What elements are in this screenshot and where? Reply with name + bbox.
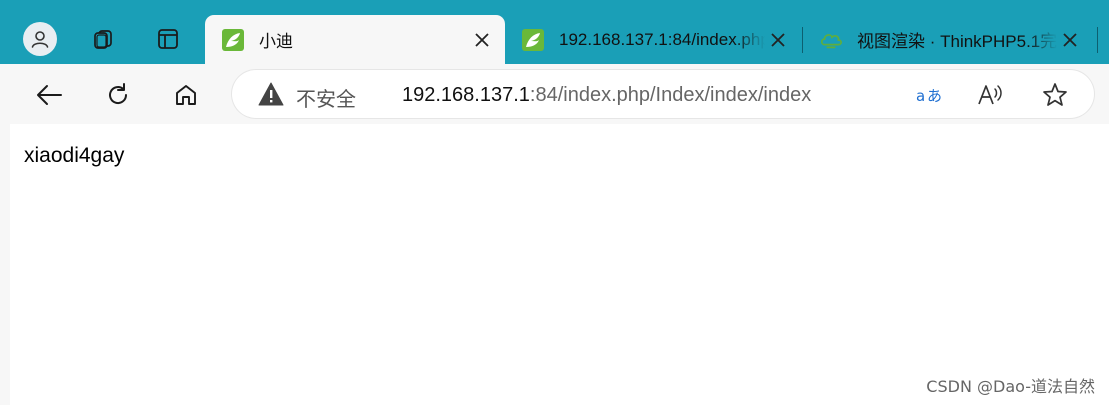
refresh-icon (109, 83, 128, 104)
tab-thinkphp-docs[interactable]: 视图渲染 · ThinkPHP5.1完全开发手册 (803, 15, 1093, 64)
tab-title: 192.168.137.1:84/index.php/Index/index/i… (559, 29, 765, 49)
svg-text:a: a (916, 87, 925, 105)
close-tab-icon[interactable] (469, 27, 495, 53)
star-icon (1043, 83, 1067, 106)
read-aloud-button[interactable] (976, 80, 1006, 110)
read-aloud-icon (978, 85, 1002, 105)
back-arrow-icon (37, 85, 62, 105)
watermark: CSDN @Dao-道法自然 (926, 377, 1095, 396)
tab-strip: 小迪 192.168.137.1:84/index.php/Index/inde… (0, 0, 1109, 64)
home-icon (176, 85, 196, 105)
navigation-toolbar: 不安全 192.168.137.1:84/index.php/Index/ind… (0, 64, 1109, 124)
window-left-edge (0, 124, 10, 405)
tab-title: 小迪 (259, 32, 293, 51)
workspaces-button[interactable] (84, 20, 122, 58)
url-text[interactable]: 192.168.137.1:84/index.php/Index/index/i… (402, 84, 811, 107)
page-body-text: xiaodi4gay (24, 144, 125, 167)
url-host: 192.168.137.1 (402, 84, 530, 106)
tab-separator (1097, 27, 1098, 53)
back-button[interactable] (30, 76, 68, 114)
workspaces-icon (94, 30, 112, 49)
cloud-logo-icon (819, 28, 843, 52)
browser-window: 小迪 192.168.137.1:84/index.php/Index/inde… (0, 0, 1109, 405)
leaf-logo-icon (221, 28, 245, 52)
translate-button[interactable]: a あ (914, 80, 944, 110)
tab-actions-icon (158, 29, 178, 49)
tab-actions-button[interactable] (149, 20, 187, 58)
favorite-button[interactable] (1040, 80, 1070, 110)
profile-avatar-icon (23, 22, 57, 56)
tab-url[interactable]: 192.168.137.1:84/index.php/Index/index/i… (505, 15, 801, 64)
address-bar[interactable]: 不安全 192.168.137.1:84/index.php/Index/ind… (232, 70, 1094, 118)
close-tab-icon[interactable] (1057, 27, 1083, 53)
tab-active[interactable]: 小迪 (205, 15, 505, 64)
page-content: xiaodi4gay CSDN @Dao-道法自然 (10, 124, 1109, 405)
profile-button[interactable] (21, 20, 59, 58)
tab-title: 视图渲染 · ThinkPHP5.1完全开发手册 (857, 32, 1057, 51)
close-tab-icon[interactable] (765, 27, 791, 53)
warning-icon[interactable] (258, 82, 284, 106)
refresh-button[interactable] (99, 76, 137, 114)
home-button[interactable] (167, 76, 205, 114)
translate-icon: a あ (916, 87, 942, 105)
leaf-logo-icon (521, 28, 545, 52)
security-status-label[interactable]: 不安全 (296, 83, 356, 112)
svg-text:あ: あ (927, 87, 942, 105)
url-path: :84/index.php/Index/index/index (529, 84, 812, 106)
